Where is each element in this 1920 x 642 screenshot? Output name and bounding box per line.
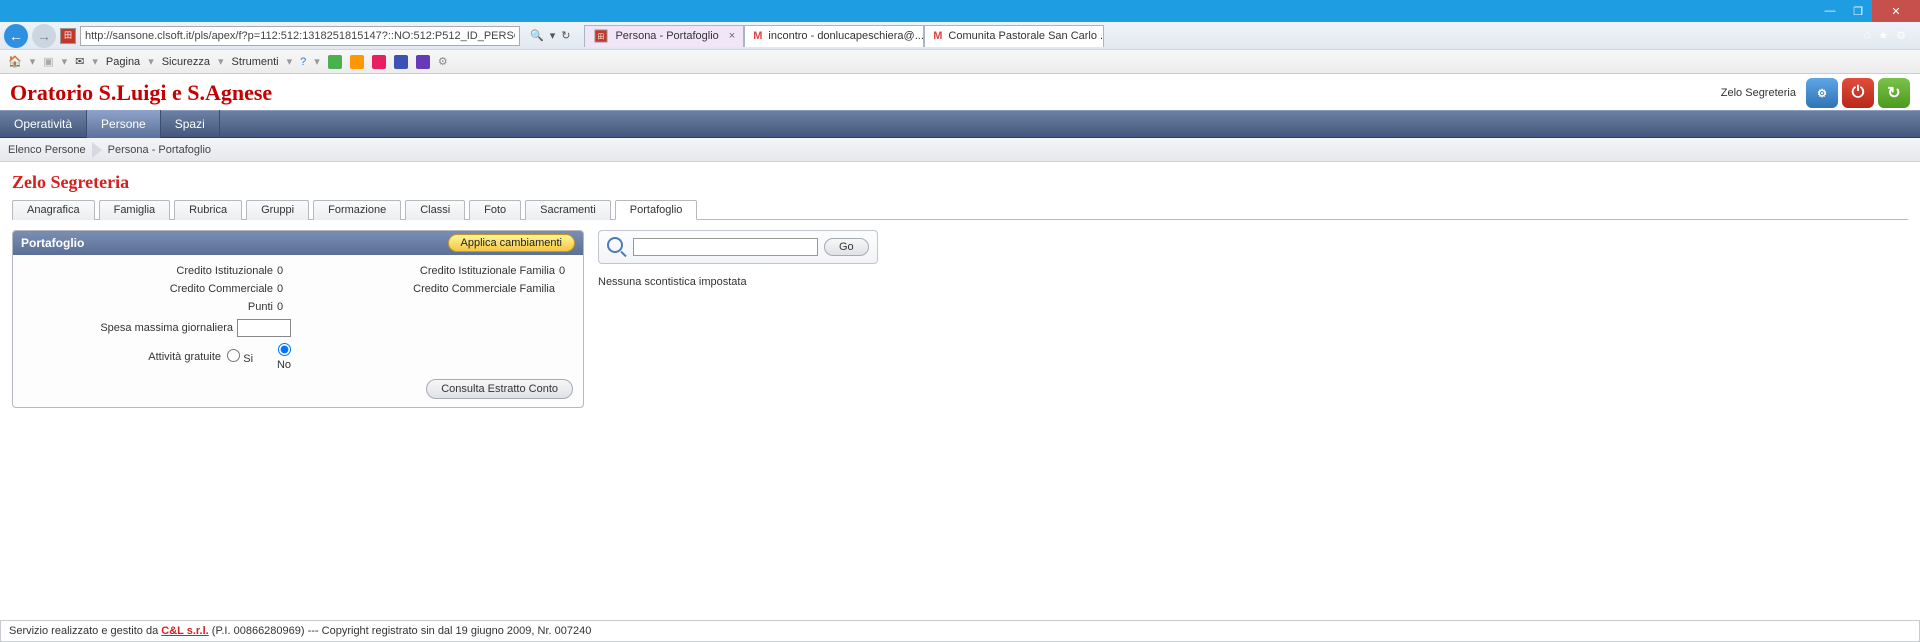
empty-message: Nessuna scontistica impostata — [598, 276, 878, 288]
menu-spazi[interactable]: Spazi — [161, 110, 220, 138]
tab-famiglia[interactable]: Famiglia — [99, 200, 171, 220]
tab-anagrafica[interactable]: Anagrafica — [12, 200, 95, 220]
radio-si-input[interactable] — [227, 349, 240, 362]
nav-back-button[interactable]: ← — [4, 24, 28, 48]
credito-com-value: 0 — [277, 283, 291, 295]
browser-tab[interactable]: M Comunita Pastorale San Carlo ... — [924, 25, 1104, 47]
page-footer: Servizio realizzato e gestito da C&L s.r… — [0, 620, 1920, 642]
mail-icon[interactable]: ✉ — [75, 55, 84, 68]
page-tabs: Anagrafica Famiglia Rubrica Gruppi Forma… — [12, 199, 1908, 220]
credito-com-label: Credito Commerciale — [23, 283, 273, 295]
page-title: Zelo Segreteria — [12, 172, 1908, 193]
window-maximize[interactable]: ❐ — [1844, 0, 1872, 22]
refresh-icon[interactable]: ↻ — [561, 29, 570, 42]
help-icon[interactable]: ? — [300, 56, 306, 68]
attivita-label: Attività gratuite — [23, 351, 221, 363]
tab-gruppi[interactable]: Gruppi — [246, 200, 309, 220]
app-title: Oratorio S.Luigi e S.Agnese — [10, 80, 272, 106]
browser-tabs: 田 Persona - Portafoglio × M incontro - d… — [584, 25, 1859, 47]
config-button[interactable]: ⚙ — [1806, 78, 1838, 108]
region-header: Portafoglio Applica cambiamenti — [13, 231, 583, 255]
search-icon — [607, 237, 627, 257]
punti-value: 0 — [277, 301, 291, 313]
spesa-input[interactable] — [237, 319, 291, 337]
credito-ist-fam-label: Credito Istituzionale Familia — [305, 265, 555, 277]
search-box: Go — [598, 230, 878, 264]
gmail-icon: M — [753, 30, 762, 42]
browser-toolbar: 🏠▾ ▣▾ ✉▾ Pagina▾ Sicurezza▾ Strumenti▾ ?… — [0, 50, 1920, 74]
url-input[interactable] — [80, 26, 520, 46]
home-icon[interactable]: ⌂ — [1864, 29, 1871, 42]
toolbar-ext-icon[interactable] — [416, 55, 430, 69]
window-titlebar: — ❐ ✕ — [0, 0, 1920, 22]
toolbar-ext-icon[interactable] — [394, 55, 408, 69]
gmail-icon: M — [933, 30, 942, 42]
favorites-icon[interactable]: ★ — [1878, 29, 1888, 42]
tab-portafoglio[interactable]: Portafoglio — [615, 200, 698, 220]
chevron-right-icon — [92, 142, 102, 158]
footer-prefix: Servizio realizzato e gestito da — [9, 625, 161, 637]
tab-close-icon[interactable]: × — [729, 30, 735, 42]
window-close[interactable]: ✕ — [1872, 0, 1920, 22]
credito-ist-fam-value: 0 — [559, 265, 573, 277]
tab-label: Comunita Pastorale San Carlo ... — [948, 30, 1104, 42]
user-label: Zelo Segreteria — [1721, 87, 1802, 99]
nav-forward-button[interactable]: → — [32, 24, 56, 48]
browser-navbar: ← → 田 🔍 ▾ ↻ 田 Persona - Portafoglio × M … — [0, 22, 1920, 50]
window-minimize[interactable]: — — [1816, 0, 1844, 22]
tab-label: Persona - Portafoglio — [615, 30, 718, 42]
tab-label: incontro - donlucapeschiera@... — [768, 30, 923, 42]
credito-com-fam-label: Credito Commerciale Familia — [305, 283, 555, 295]
url-controls: 🔍 ▾ ↻ — [524, 29, 576, 42]
tab-sacramenti[interactable]: Sacramenti — [525, 200, 611, 220]
app-header: Oratorio S.Luigi e S.Agnese Zelo Segrete… — [0, 74, 1920, 110]
dropdown-icon[interactable]: ▾ — [550, 29, 556, 42]
punti-label: Punti — [23, 301, 273, 313]
credito-ist-label: Credito Istituzionale — [23, 265, 273, 277]
browser-tab[interactable]: M incontro - donlucapeschiera@... — [744, 25, 924, 47]
toolbar-sicurezza[interactable]: Sicurezza — [162, 56, 210, 68]
portafoglio-region: Portafoglio Applica cambiamenti Credito … — [12, 230, 584, 408]
search-input[interactable] — [633, 238, 818, 256]
rss-icon[interactable]: ▣ — [43, 55, 53, 68]
radio-no[interactable]: No — [263, 343, 291, 371]
toolbar-ext-icon[interactable] — [328, 55, 342, 69]
spesa-label: Spesa massima giornaliera — [23, 322, 233, 334]
site-favicon: 田 — [60, 28, 76, 44]
breadcrumb: Elenco Persone Persona - Portafoglio — [0, 138, 1920, 162]
refresh-button[interactable]: ↻ — [1878, 78, 1910, 108]
side-panel: Go Nessuna scontistica impostata — [598, 230, 878, 408]
tab-formazione[interactable]: Formazione — [313, 200, 401, 220]
region-title: Portafoglio — [21, 236, 84, 250]
breadcrumb-item[interactable]: Elenco Persone — [8, 144, 86, 156]
main-menu: Operatività Persone Spazi — [0, 110, 1920, 138]
menu-operativita[interactable]: Operatività — [0, 110, 87, 138]
browser-tab-active[interactable]: 田 Persona - Portafoglio × — [584, 25, 744, 47]
menu-persone[interactable]: Persone — [87, 110, 161, 138]
footer-suffix: (P.I. 00866280969) --- Copyright registr… — [209, 625, 592, 637]
toolbar-ext-icon[interactable] — [350, 55, 364, 69]
search-icon[interactable]: 🔍 — [530, 29, 544, 42]
logout-button[interactable]: ⏻ — [1842, 78, 1874, 108]
toolbar-strumenti[interactable]: Strumenti — [232, 56, 279, 68]
tab-rubrica[interactable]: Rubrica — [174, 200, 242, 220]
radio-si[interactable]: Si — [225, 349, 253, 365]
toolbar-ext-icon[interactable] — [372, 55, 386, 69]
toolbar-pagina[interactable]: Pagina — [106, 56, 140, 68]
tab-classi[interactable]: Classi — [405, 200, 465, 220]
footer-link[interactable]: C&L s.r.l. — [161, 625, 208, 637]
home-icon[interactable]: 🏠 — [8, 55, 22, 68]
consulta-estratto-button[interactable]: Consulta Estratto Conto — [426, 379, 573, 399]
credito-ist-value: 0 — [277, 265, 291, 277]
go-button[interactable]: Go — [824, 238, 869, 256]
radio-no-input[interactable] — [278, 343, 291, 356]
tab-favicon: 田 — [595, 30, 608, 43]
tab-foto[interactable]: Foto — [469, 200, 521, 220]
apply-changes-button[interactable]: Applica cambiamenti — [448, 234, 576, 252]
gear-icon[interactable]: ⚙ — [438, 55, 448, 68]
breadcrumb-item: Persona - Portafoglio — [108, 144, 211, 156]
tools-icon[interactable]: ⚙ — [1896, 29, 1906, 42]
